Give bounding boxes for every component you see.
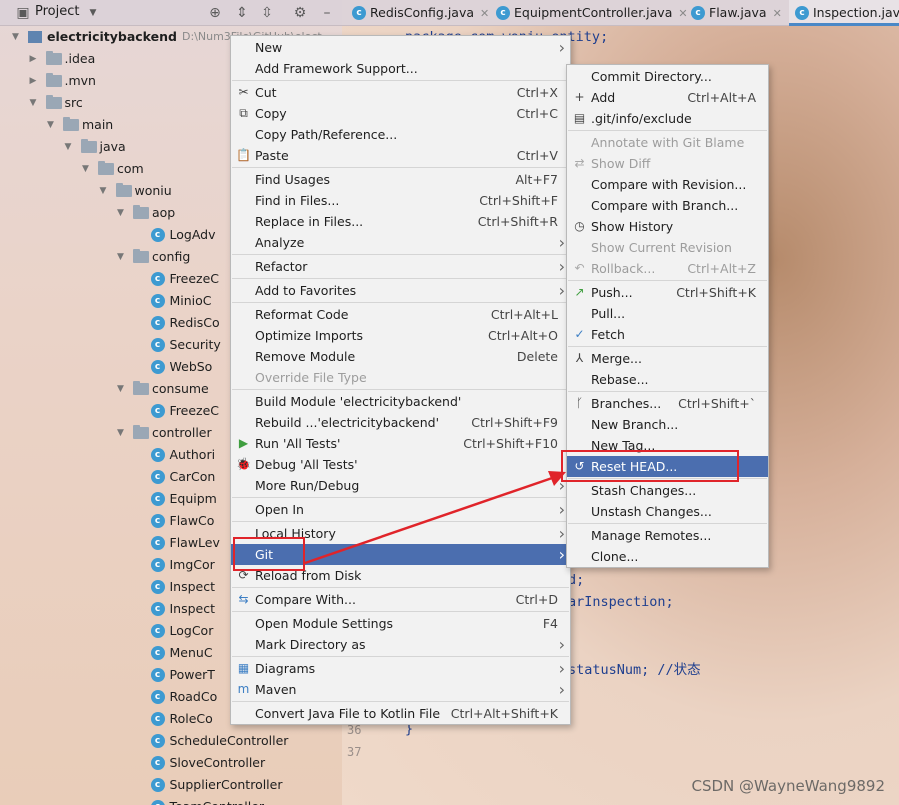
annotation-arrow — [304, 471, 566, 565]
watermark: CSDN @WayneWang9892 — [691, 777, 885, 795]
